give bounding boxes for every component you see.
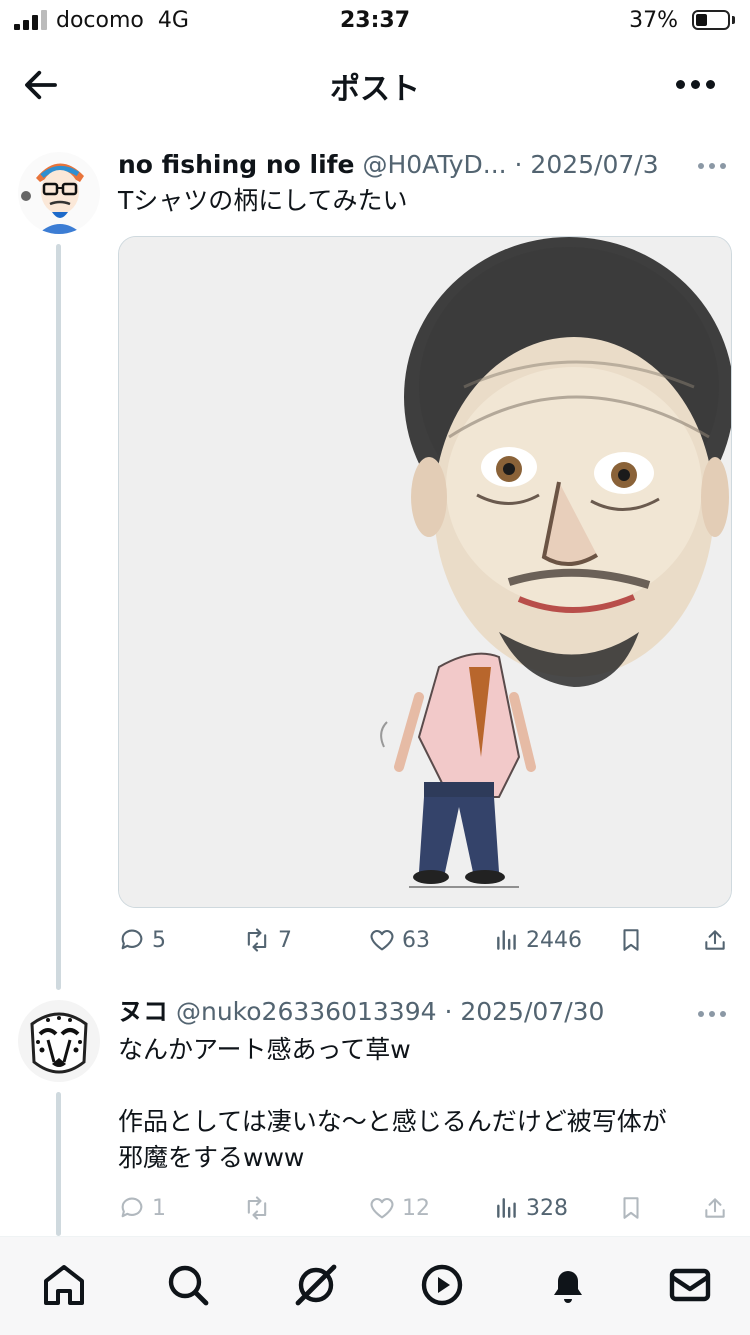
avatar[interactable] (18, 1000, 100, 1082)
reply-count: 1 (152, 1195, 166, 1221)
tab-search[interactable] (164, 1261, 212, 1309)
thread-connector (56, 244, 61, 990)
tweet-actions: 1 12 328 (118, 1188, 730, 1228)
search-icon (168, 1265, 209, 1306)
repost-icon (247, 928, 267, 952)
like-count: 63 (402, 927, 430, 953)
tweet-text: なんかアート感あって草w 作品としては凄いな〜と感じるんだけど被写体が 邪魔をす… (118, 1032, 720, 1176)
status-bar: docomo 4G 23:37 37% (0, 0, 750, 44)
reply-icon (121, 1197, 143, 1218)
tweet-text-line: Tシャツの柄にしてみたい (118, 186, 408, 215)
handle-date: @H0ATyD... · 2025/07/30 (362, 150, 660, 179)
home-icon (44, 1265, 84, 1305)
tab-messages[interactable] (666, 1261, 714, 1309)
reply-count: 5 (152, 927, 166, 953)
notifications-icon (554, 1271, 582, 1303)
tab-notifications[interactable] (544, 1261, 592, 1309)
display-name[interactable]: no fishing no life (118, 150, 355, 179)
page-title: ポスト (330, 72, 420, 107)
tweet-text-line (118, 1068, 720, 1104)
video-icon (421, 1264, 463, 1306)
repost-count: 7 (278, 927, 292, 953)
reply-icon (121, 929, 143, 950)
share-icon (705, 930, 725, 950)
reply-button[interactable]: 1 (118, 1188, 166, 1228)
like-count: 12 (402, 1195, 430, 1221)
views-chart-icon (497, 1198, 516, 1218)
tweet-more-button[interactable] (698, 1011, 728, 1017)
tweet-text-line: なんかアート感あって草w (118, 1035, 411, 1064)
tweet-more-button[interactable] (698, 163, 728, 169)
top-bar: ポスト (0, 44, 750, 124)
repost-button[interactable]: 7 (242, 920, 292, 960)
thread-connector (56, 1092, 61, 1236)
grok-icon (295, 1264, 337, 1306)
tweet-text-line: 作品としては凄いな〜と感じるんだけど被写体が (118, 1107, 667, 1136)
bookmark-icon (623, 1197, 639, 1219)
handle-date: @nuko26336013394 · 2025/07/30 (175, 997, 605, 1026)
tweet-text: Tシャツの柄にしてみたい (118, 183, 720, 219)
tab-video[interactable] (418, 1261, 466, 1309)
reply-button[interactable]: 5 (118, 920, 166, 960)
avatar[interactable] (18, 152, 100, 234)
more-button[interactable] (676, 80, 716, 90)
messages-icon (669, 1268, 711, 1302)
share-button[interactable] (702, 920, 728, 960)
battery-percent: 37% (629, 8, 678, 33)
tweet-actions: 5 7 63 2446 (118, 920, 730, 960)
like-button[interactable]: 63 (368, 920, 430, 960)
repost-icon (247, 1196, 267, 1220)
tab-home[interactable] (40, 1261, 88, 1309)
view-count: 328 (526, 1195, 568, 1221)
share-button[interactable] (702, 1188, 728, 1228)
tweet-header: ヌコ @nuko26336013394 · 2025/07/30 (118, 997, 660, 1027)
tab-grok[interactable] (292, 1261, 340, 1309)
heart-icon (370, 929, 394, 951)
repost-button[interactable] (242, 1188, 278, 1228)
battery-icon (692, 10, 736, 30)
view-count: 2446 (526, 927, 582, 953)
bottom-tab-bar (0, 1236, 750, 1335)
views-button[interactable]: 328 (494, 1188, 568, 1228)
bookmark-button[interactable] (618, 920, 644, 960)
views-button[interactable]: 2446 (494, 920, 582, 960)
bookmark-button[interactable] (618, 1188, 644, 1228)
tweet-header: no fishing no life @H0ATyD... · 2025/07/… (118, 150, 660, 180)
share-icon (705, 1198, 725, 1218)
heart-icon (370, 1197, 394, 1219)
tweet-text-line: 邪魔をするwww (118, 1143, 305, 1172)
bookmark-icon (623, 929, 639, 951)
tweet-image[interactable] (118, 236, 732, 908)
display-name[interactable]: ヌコ (118, 997, 168, 1026)
views-chart-icon (497, 930, 516, 950)
like-button[interactable]: 12 (368, 1188, 430, 1228)
